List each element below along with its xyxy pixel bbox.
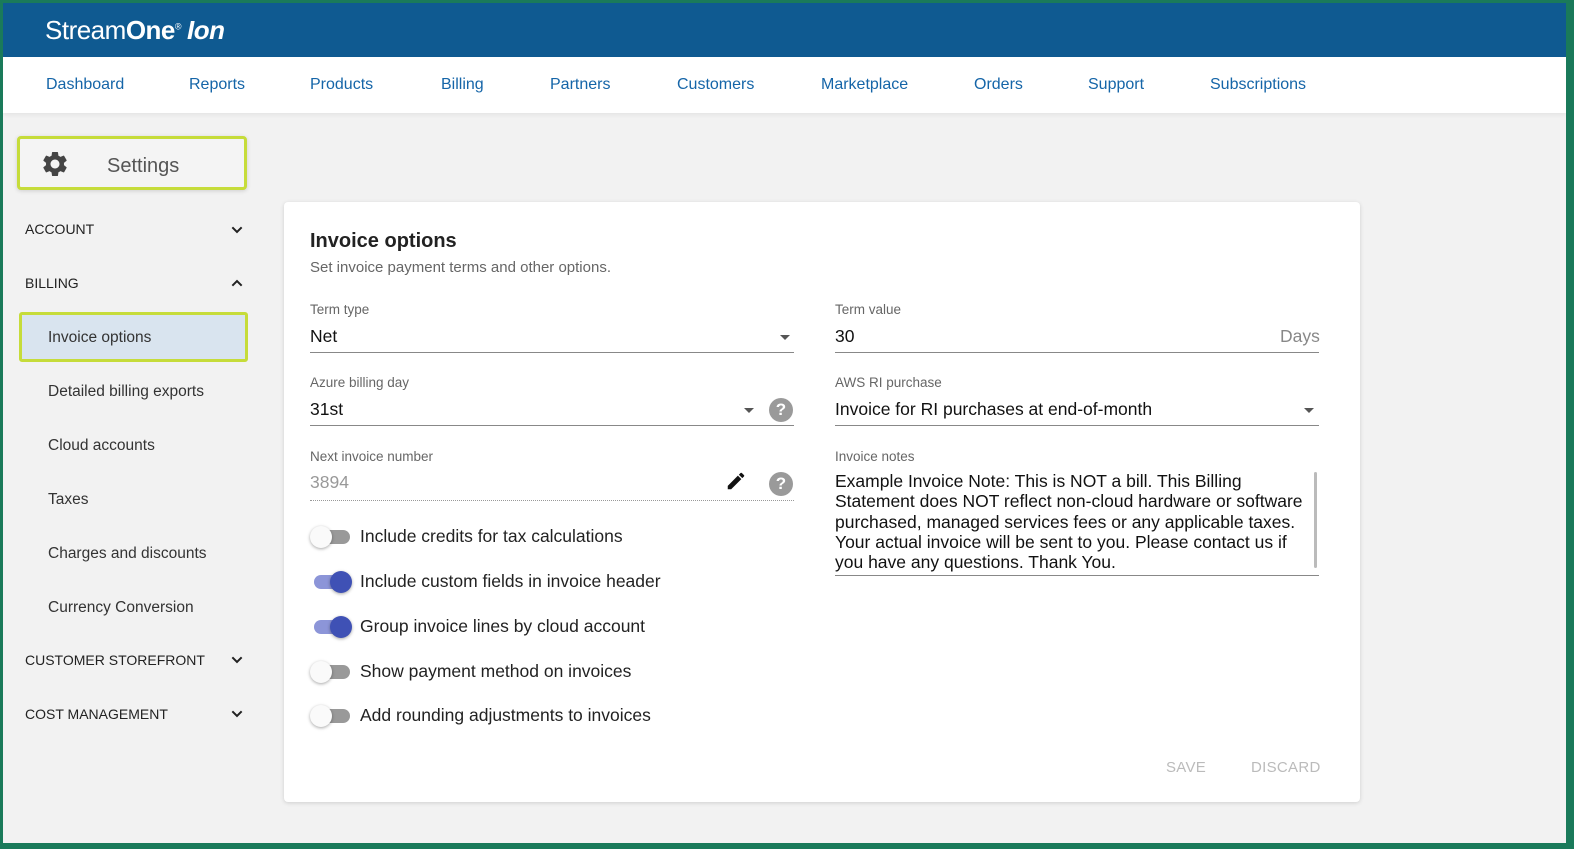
toggle-label-group-invoice-lines: Group invoice lines by cloud account xyxy=(360,616,646,636)
chevron-down-icon[interactable] xyxy=(229,706,245,722)
chevron-down-icon[interactable] xyxy=(229,652,245,668)
azure-billing-day-underline xyxy=(310,425,794,426)
brand-one: One xyxy=(125,15,176,45)
invoice-notes-scrollbar[interactable] xyxy=(1314,472,1317,568)
invoice-notes-underline xyxy=(835,575,1319,576)
term-type-select[interactable]: Net xyxy=(310,326,337,347)
sidebar-item-cloud-accounts[interactable]: Cloud accounts xyxy=(48,437,155,455)
term-value-suffix: Days xyxy=(1280,326,1320,346)
azure-billing-day-label: Azure billing day xyxy=(310,375,410,390)
nav-customers[interactable]: Customers xyxy=(677,76,754,94)
card-title: Invoice options xyxy=(310,230,457,252)
next-invoice-number-underline xyxy=(310,500,794,501)
invoice-notes-label: Invoice notes xyxy=(835,449,915,464)
invoice-options-card: Invoice options Set invoice payment term… xyxy=(284,202,1360,802)
toggle-label-show-payment-method: Show payment method on invoices xyxy=(360,661,632,681)
term-value-input[interactable]: 30 xyxy=(835,326,854,347)
nav-subscriptions[interactable]: Subscriptions xyxy=(1210,76,1306,94)
sidebar-item-invoice-options[interactable]: Invoice options xyxy=(48,329,151,347)
term-type-underline xyxy=(310,352,794,353)
sidebar-section-account[interactable]: ACCOUNT xyxy=(25,221,94,237)
nav-marketplace[interactable]: Marketplace xyxy=(821,76,908,94)
gear-icon xyxy=(43,152,67,176)
nav-reports[interactable]: Reports xyxy=(189,76,245,94)
term-type-label: Term type xyxy=(310,302,370,317)
toggle-rounding-adjustments[interactable] xyxy=(310,704,352,728)
sidebar-section-customer-storefront[interactable]: CUSTOMER STOREFRONT xyxy=(25,652,205,668)
brand-reg: ® xyxy=(174,21,182,32)
nav-dashboard[interactable]: Dashboard xyxy=(46,76,124,94)
nav-products[interactable]: Products xyxy=(310,76,373,94)
sidebar-item-detailed-billing-exports[interactable]: Detailed billing exports xyxy=(48,383,204,401)
sidebar-item-charges-and-discounts[interactable]: Charges and discounts xyxy=(48,545,207,563)
nav-support[interactable]: Support xyxy=(1088,76,1144,94)
toggle-label-rounding-adjustments: Add rounding adjustments to invoices xyxy=(360,705,651,725)
edit-pencil-icon[interactable] xyxy=(725,470,747,492)
toggle-show-payment-method[interactable] xyxy=(310,660,352,684)
sidebar-item-taxes[interactable]: Taxes xyxy=(48,491,89,509)
main-nav: Dashboard Reports Products Billing Partn… xyxy=(3,57,1566,113)
card-subtitle: Set invoice payment terms and other opti… xyxy=(310,259,611,276)
toggle-group-invoice-lines[interactable] xyxy=(310,615,352,639)
brand-logo: StreamOne® Ion xyxy=(45,15,225,46)
sidebar-section-cost-management[interactable]: COST MANAGEMENT xyxy=(25,706,168,722)
term-value-underline xyxy=(835,352,1319,353)
caret-down-icon[interactable] xyxy=(780,335,790,340)
term-value-label: Term value xyxy=(835,302,902,317)
settings-header[interactable]: Settings xyxy=(17,136,247,190)
nav-partners[interactable]: Partners xyxy=(550,76,610,94)
app-window: StreamOne® Ion Dashboard Reports Products… xyxy=(3,3,1566,843)
help-icon[interactable]: ? xyxy=(769,472,793,496)
next-invoice-number-input: 3894 xyxy=(310,472,349,492)
discard-button[interactable]: DISCARD xyxy=(1251,759,1321,776)
next-invoice-number-label: Next invoice number xyxy=(310,449,434,464)
caret-down-icon[interactable] xyxy=(1304,408,1314,413)
caret-down-icon[interactable] xyxy=(744,408,754,413)
toggle-include-custom-fields[interactable] xyxy=(310,570,352,594)
nav-billing[interactable]: Billing xyxy=(441,76,484,94)
aws-ri-purchase-label: AWS RI purchase xyxy=(835,375,942,390)
azure-billing-day-select[interactable]: 31st xyxy=(310,399,343,420)
chevron-up-icon[interactable] xyxy=(229,275,245,291)
invoice-notes-textarea[interactable]: Example Invoice Note: This is NOT a bill… xyxy=(835,471,1318,575)
aws-ri-purchase-underline xyxy=(835,425,1319,426)
nav-orders[interactable]: Orders xyxy=(974,76,1023,94)
sidebar-item-currency-conversion[interactable]: Currency Conversion xyxy=(48,599,194,617)
sidebar-section-billing[interactable]: BILLING xyxy=(25,275,79,291)
toggle-label-include-custom-fields: Include custom fields in invoice header xyxy=(360,571,661,591)
top-header: StreamOne® Ion xyxy=(3,3,1566,57)
brand-ion: Ion xyxy=(187,15,225,45)
toggle-label-include-credits: Include credits for tax calculations xyxy=(360,526,623,546)
settings-label: Settings xyxy=(107,155,180,177)
brand-stream: Stream xyxy=(45,15,126,45)
help-icon[interactable]: ? xyxy=(769,398,793,422)
toggle-include-credits[interactable] xyxy=(310,525,352,549)
save-button[interactable]: SAVE xyxy=(1166,759,1206,776)
aws-ri-purchase-select[interactable]: Invoice for RI purchases at end-of-month xyxy=(835,399,1152,420)
chevron-down-icon[interactable] xyxy=(229,222,245,238)
